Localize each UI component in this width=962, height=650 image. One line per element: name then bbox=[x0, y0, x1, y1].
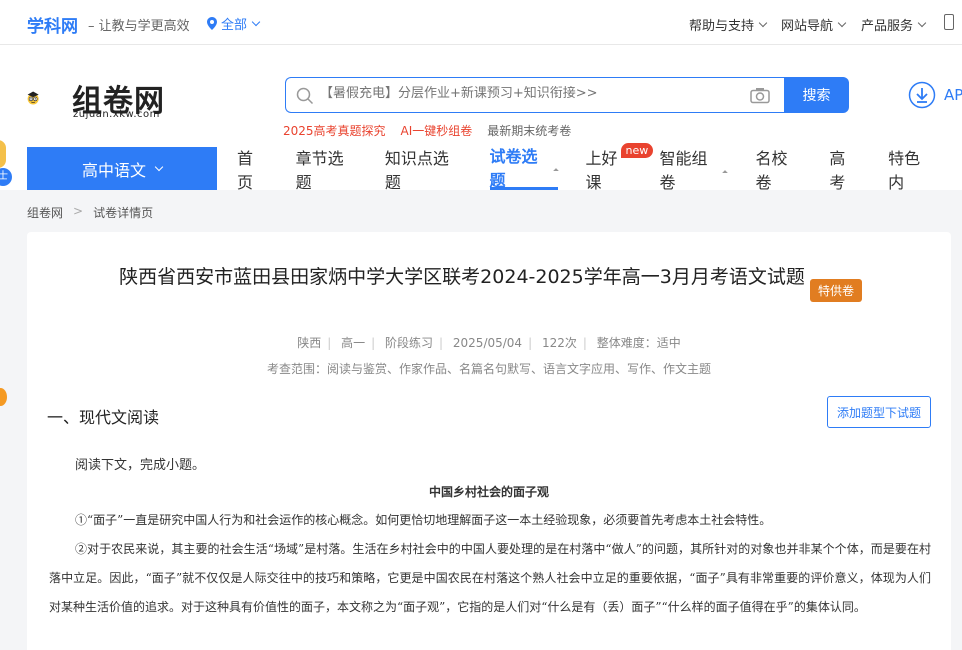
section-title: 一、现代文阅读 bbox=[47, 408, 160, 427]
meta-difficulty: 整体难度：适中 bbox=[596, 336, 681, 350]
chevron-down-icon bbox=[917, 18, 927, 27]
nav-gaokao-label: 高考 bbox=[829, 148, 846, 192]
subject-selector[interactable]: 高中语文 bbox=[27, 147, 217, 190]
nav-smart-compose-label: 智能组卷 bbox=[659, 148, 708, 192]
app-download[interactable]: AP bbox=[908, 81, 962, 109]
nav-products[interactable]: 产品服务 bbox=[861, 15, 927, 34]
search-icon bbox=[296, 87, 314, 105]
article-paragraph: ①“面子”一直是研究中国人行为和社会运作的核心概念。如何更恰切地理解面子这一本土… bbox=[75, 513, 772, 527]
dropdown-triangle-icon bbox=[552, 168, 559, 174]
paper-meta: 陕西 | 高一 | 阶段练习 | 2025/05/04 | 122次 | 整体难度：适中 bbox=[297, 336, 681, 350]
dropdown-triangle-icon bbox=[722, 169, 729, 176]
chevron-down-icon bbox=[154, 162, 164, 171]
nav-featured-label: 特色内 bbox=[888, 148, 921, 192]
breadcrumb-current: 试卷详情页 bbox=[93, 206, 154, 220]
logo-mascot-icon[interactable] bbox=[27, 73, 73, 123]
search-box bbox=[285, 77, 785, 113]
nav-knowledge[interactable]: 知识点选题 bbox=[384, 147, 462, 192]
nav-help-label: 帮助与支持 bbox=[689, 19, 755, 34]
slogan: – 让教与学更高效 bbox=[88, 19, 190, 34]
mobile-icon[interactable] bbox=[944, 14, 954, 30]
nav-home-label: 首页 bbox=[237, 148, 254, 192]
hot-link[interactable]: 最新期末统考卷 bbox=[487, 122, 571, 139]
location-pin-icon bbox=[207, 17, 217, 30]
nav-smart-compose[interactable]: 智能组卷 bbox=[659, 147, 729, 192]
subject-label: 高中语文 bbox=[81, 160, 146, 180]
region-selector[interactable]: 全部 bbox=[207, 14, 261, 33]
nav-chapter[interactable]: 章节选题 bbox=[295, 147, 357, 192]
hot-link[interactable]: 2025高考真题探究 bbox=[283, 122, 386, 139]
meta-views: 122次 bbox=[541, 336, 577, 350]
nav-lessons[interactable]: 上好课 new bbox=[586, 143, 654, 192]
meta-type: 阶段练习 bbox=[385, 336, 434, 350]
meta-date: 2025/05/04 bbox=[452, 336, 523, 350]
side-widget[interactable] bbox=[0, 388, 7, 406]
breadcrumb-home[interactable]: 组卷网 bbox=[27, 204, 63, 221]
special-tag: 特供卷 bbox=[810, 279, 863, 302]
meta-region: 陕西 bbox=[297, 336, 322, 350]
nav-knowledge-label: 知识点选题 bbox=[384, 148, 449, 192]
nav-featured[interactable]: 特色内 bbox=[888, 147, 934, 192]
nav-famous-schools-label: 名校卷 bbox=[755, 148, 788, 192]
add-questions-button[interactable]: 添加题型下试题 bbox=[827, 396, 931, 428]
main-nav: 首页 章节选题 知识点选题 试卷选题 上好课 new 智能组卷 名校卷 高考 特色… bbox=[237, 143, 962, 192]
search-button[interactable]: 搜索 bbox=[784, 77, 849, 113]
chevron-down-icon bbox=[758, 18, 768, 27]
breadcrumb: 组卷网 > 试卷详情页 bbox=[27, 204, 153, 221]
nav-products-label: 产品服务 bbox=[861, 19, 914, 34]
nav-famous-schools[interactable]: 名校卷 bbox=[755, 147, 801, 192]
nav-help[interactable]: 帮助与支持 bbox=[689, 15, 768, 34]
nav-chapter-label: 章节选题 bbox=[295, 148, 344, 192]
nav-papers[interactable]: 试卷选题 bbox=[489, 147, 559, 190]
nav-site-map[interactable]: 网站导航 bbox=[781, 15, 847, 34]
download-icon bbox=[908, 81, 936, 109]
chevron-down-icon bbox=[251, 17, 261, 26]
region-label: 全部 bbox=[221, 18, 248, 33]
meta-grade: 高一 bbox=[341, 336, 366, 350]
logo-subtitle: zujuan.xkw.com bbox=[73, 109, 160, 120]
brand-link[interactable]: 学科网 bbox=[27, 12, 78, 37]
nav-gaokao[interactable]: 高考 bbox=[829, 147, 860, 192]
article-title: 中国乡村社会的面子观 bbox=[428, 485, 549, 499]
search-input[interactable] bbox=[320, 86, 740, 101]
paper-scope: 考查范围：阅读与鉴赏、作家作品、名篇名句默写、语言文字应用、写作、作文主题 bbox=[266, 362, 711, 376]
paper-title: 陕西省西安市蓝田县田家炳中学大学区联考2024-2025学年高一3月月考语文试题 bbox=[119, 266, 805, 288]
hot-links: 2025高考真题探究 AI一键秒组卷 最新期末统考卷 bbox=[283, 122, 571, 139]
top-bar: 学科网 – 让教与学更高效 全部 帮助与支持 网站导航 产品服务 bbox=[0, 0, 962, 45]
app-label: AP bbox=[944, 86, 962, 104]
nav-home[interactable]: 首页 bbox=[237, 147, 268, 192]
hot-link[interactable]: AI一键秒组卷 bbox=[401, 122, 473, 139]
chevron-down-icon bbox=[837, 18, 847, 27]
new-badge: new bbox=[620, 143, 654, 158]
camera-icon[interactable] bbox=[750, 87, 770, 104]
breadcrumb-separator: > bbox=[73, 204, 84, 218]
article-paragraph: ②对于农民来说，其主要的社会生活“场域”是村落。生活在乡村社会中的中国人要处理的… bbox=[49, 542, 931, 614]
question-instruction: 阅读下文，完成小题。 bbox=[75, 458, 206, 473]
nav-papers-label: 试卷选题 bbox=[489, 147, 538, 190]
nav-site-map-label: 网站导航 bbox=[781, 19, 834, 34]
paper-card: 陕西省西安市蓝田县田家炳中学大学区联考2024-2025学年高一3月月考语文试题… bbox=[27, 232, 951, 650]
